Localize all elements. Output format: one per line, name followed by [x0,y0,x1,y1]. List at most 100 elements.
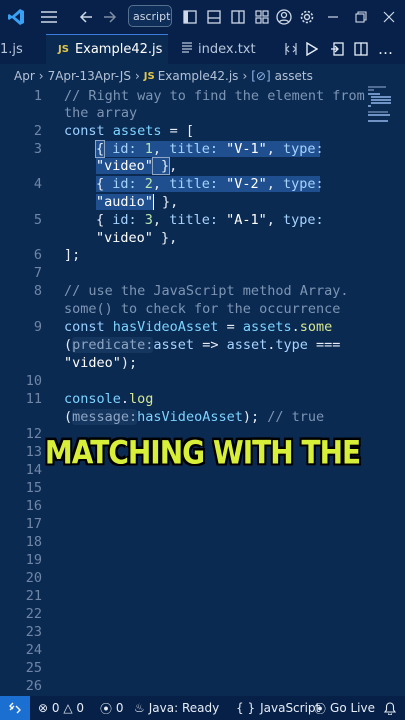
line-number: 1 [33,88,42,104]
line-number: 5 [33,212,42,228]
line-number: 24 [25,642,42,658]
code-line-wrap: "video" }, [96,230,178,246]
back-arrow-icon[interactable] [76,6,96,28]
compare-icon[interactable] [284,34,304,64]
code-line: const assets = [ [64,123,195,139]
line-number: 8 [33,283,42,299]
line-number: 11 [25,391,42,407]
restore-icon[interactable] [350,6,372,28]
symbol-variable-icon: [⊘] [251,69,271,83]
line-number: 25 [25,660,42,676]
breadcrumb-folder-7apr[interactable]: 7Apr-13Apr-JS [48,69,131,83]
code-line-wrap: "video" }, [96,157,178,175]
line-number: 15 [25,480,42,496]
line-number: 26 [25,678,42,694]
account-icon[interactable] [274,6,294,28]
breadcrumb: Apr › 7Apr-13Apr-JS › JS Example42.js › … [0,64,405,88]
line-number: 18 [25,534,42,550]
tab-label: Example42.js [74,42,163,57]
line-number: 21 [25,588,42,604]
title-bar: ascript P [0,0,405,34]
language-mode[interactable]: { } JavaScript [236,696,320,720]
parameter-hint: predicate: [72,337,154,353]
text-file-icon [182,41,192,57]
split-editor-icon[interactable] [354,34,374,64]
video-caption: MATCHING WITH THE [44,433,361,472]
parameter-hint: message: [72,409,138,425]
code-line-comment: // Right way to find the element from [64,88,365,104]
warning-count: 0 [76,701,85,715]
command-center-search[interactable]: ascript P [128,5,172,27]
line-number: 19 [25,552,42,568]
warning-icon: △ [63,701,73,715]
code-line-selected: { id: 1, title: "V-1", type: [94,140,324,158]
tab-index-txt[interactable]: index.txt [168,34,282,64]
forward-arrow-icon[interactable] [100,6,120,28]
more-actions-icon[interactable]: … [378,34,398,64]
line-number: 7 [33,265,42,281]
line-number: 3 [33,141,42,157]
status-bar: ⊗ 0 △ 0 ⦿ 0 ♨ Java: Ready { } JavaScript ⦿… [0,696,405,720]
toggle-secondary-sidebar-icon[interactable] [228,6,248,28]
vscode-logo-icon [6,6,26,28]
line-number: 23 [25,624,42,640]
code-line-comment-wrap: some() to check for the occurrence [64,301,341,317]
toggle-sidebar-icon[interactable] [180,6,200,28]
code-line-selected: { id: 2, title: "V-2", type: [96,176,324,192]
settings-gear-icon[interactable] [297,6,317,28]
remote-indicator-icon[interactable] [0,696,30,720]
ports-count: 0 [115,701,124,715]
open-preview-icon[interactable] [330,34,350,64]
code-line: const hasVideoAsset = assets.some [64,319,333,335]
chevron-right-icon: › [242,69,248,83]
ports-indicator[interactable]: ⦿ 0 [100,696,123,720]
minimize-icon[interactable] [322,6,344,28]
tab-label: index.txt [198,41,256,57]
tab-label: 1.js [0,41,23,57]
line-number: 20 [25,570,42,586]
code-line-wrap: "audio" }, [96,194,179,210]
tab-example42[interactable]: JS Example42.js [46,34,168,64]
line-number: 16 [25,498,42,514]
tab-previous-file[interactable]: 1.js [0,34,46,64]
line-number: 6 [33,247,42,263]
error-count: 0 [51,701,60,715]
editor-tabs: 1.js JS Example42.js index.txt … [0,34,405,65]
code-line-wrap: (predicate:asset => asset.type === [64,337,341,353]
code-line-comment-wrap: the array [64,105,138,121]
run-icon[interactable] [306,34,326,64]
menu-icon[interactable] [38,6,60,28]
line-number: 17 [25,516,42,532]
error-icon: ⊗ [38,701,49,715]
javascript-file-icon: JS [143,70,155,82]
java-icon: ♨ [134,701,145,715]
problems-indicator[interactable]: ⊗ 0 △ 0 [38,696,84,720]
line-number: 10 [25,373,42,389]
java-status[interactable]: ♨ Java: Ready [134,696,219,720]
code-line-wrap: (message:hasVideoAsset); // true [64,409,325,425]
line-number: 9 [33,319,42,335]
breadcrumb-file[interactable]: Example42.js [158,69,239,83]
broadcast-icon: ⦿ [314,701,327,716]
code-line-comment: // use the JavaScript method Array. [64,283,349,299]
line-number: 22 [25,606,42,622]
code-line-wrap: "video"); [64,355,138,371]
line-number: 2 [33,123,42,139]
code-line: ]; [64,247,81,263]
close-icon[interactable] [378,6,400,28]
toggle-panel-icon[interactable] [204,6,224,28]
breadcrumb-symbol[interactable]: assets [275,69,313,83]
code-line: { id: 3, title: "A-1", type: [96,212,324,228]
chevron-right-icon: › [38,69,44,83]
chevron-right-icon: › [134,69,140,83]
notifications-bell-icon[interactable] [384,696,396,720]
javascript-file-icon: JS [58,44,69,55]
code-line: console.log [64,391,154,407]
customize-layout-icon[interactable] [252,6,272,28]
line-number: 4 [33,176,42,192]
broadcast-icon: ⦿ [100,701,113,716]
braces-icon: { } [236,701,256,715]
go-live-button[interactable]: ⦿ Go Live [314,696,375,720]
code-editor[interactable]: 1 2 3 4 5 6 7 8 9 10 11 12 13 14 15 16 1… [0,88,405,696]
breadcrumb-folder-apr[interactable]: Apr [14,69,35,83]
